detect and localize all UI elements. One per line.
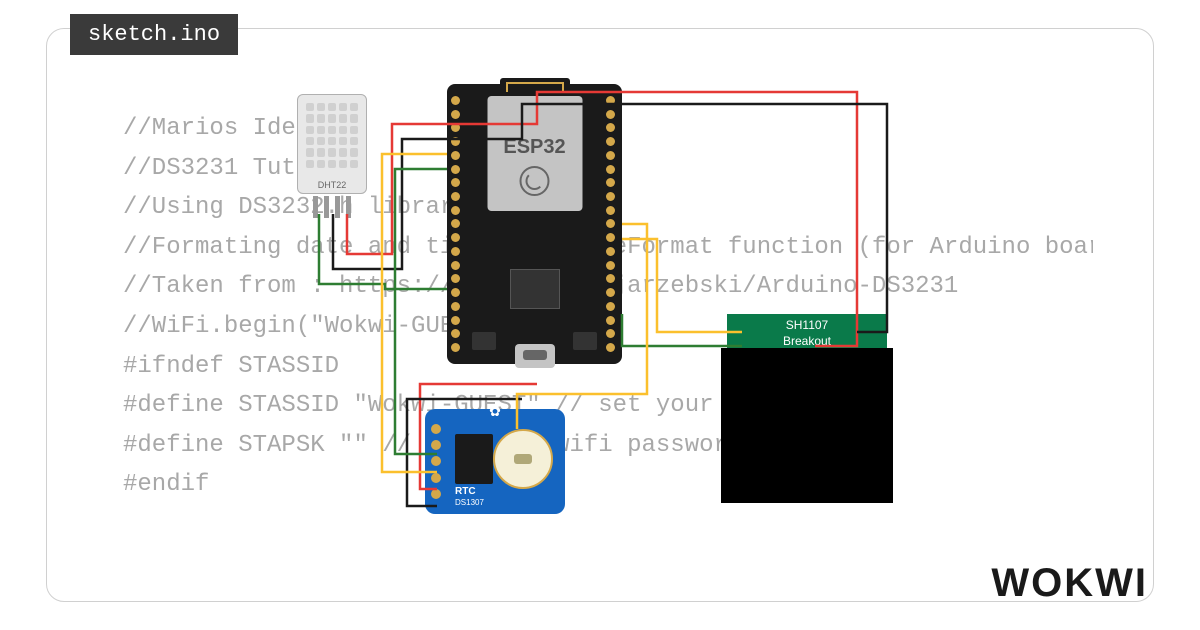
file-tab-label: sketch.ino [88,22,220,47]
file-tab[interactable]: sketch.ino [70,14,238,55]
editor-frame: //Marios Ideas //DS3231 Tutorial //Using… [46,28,1154,602]
circuit-diagram[interactable]: DHT22 ESP32 [287,84,967,554]
wires-layer [287,84,967,554]
wokwi-brand-logo: WOKWI [991,561,1148,606]
